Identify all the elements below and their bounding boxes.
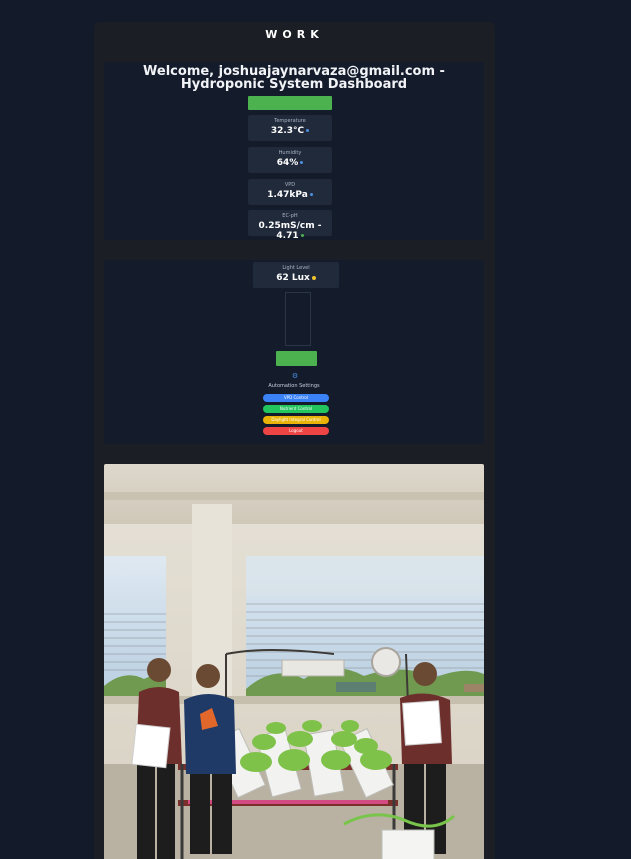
sensor-label: VPD: [284, 182, 296, 188]
sensor-value: 64%: [248, 158, 332, 168]
status-dot-icon: [300, 161, 304, 164]
dashboard-card: Welcome, joshuajaynarvaza@gmail.com - Hy…: [104, 62, 484, 241]
light-level-card: Light Level 62 Lux: [253, 262, 339, 288]
save-schedule-button[interactable]: [276, 351, 317, 366]
sensor-ec-ph: EC-pH 0.25mS/cm - 4.71: [248, 210, 332, 241]
logout-button[interactable]: Logout: [263, 427, 329, 435]
sensor-humidity: Humidity 64%: [248, 147, 332, 173]
status-dot-icon: [306, 129, 310, 132]
daylight-control-button[interactable]: Daylight Integral Control: [263, 416, 329, 424]
sensor-label: EC-pH: [282, 213, 298, 219]
dashboard-action-button[interactable]: [248, 96, 332, 110]
sensor-value: 0.25mS/cm - 4.71: [258, 221, 322, 241]
photo-illustration: [104, 464, 484, 859]
status-dot-icon: [300, 234, 304, 237]
schedule-panel: [285, 292, 311, 346]
sensor-vpd: VPD 1.47kPa: [248, 179, 332, 205]
welcome-heading: Welcome, joshuajaynarvaza@gmail.com - Hy…: [143, 64, 445, 92]
section-title: WORK: [265, 28, 324, 41]
automation-title: Automation Settings: [268, 383, 320, 389]
sensor-value: 32.3°C: [248, 126, 332, 136]
team-photo: [104, 464, 484, 859]
sensor-label: Humidity: [278, 150, 302, 156]
work-section: WORK Welcome, joshuajaynarvaza@gmail.com…: [94, 22, 495, 859]
sensor-label: Temperature: [274, 118, 306, 124]
vpd-control-button[interactable]: VPD Control: [263, 394, 329, 402]
sensor-value: 1.47kPa: [248, 190, 332, 200]
gear-icon: ⚙: [291, 372, 299, 380]
light-value: 62 Lux: [253, 273, 339, 283]
light-label: Light Level: [282, 265, 310, 271]
status-dot-icon: [309, 193, 313, 196]
sun-icon: [311, 275, 316, 280]
controls-card: Light Level 62 Lux ⚙ Automation Settings…: [104, 260, 484, 444]
nutrient-control-button[interactable]: Nutrient Control: [263, 405, 329, 413]
sensor-temperature: Temperature 32.3°C: [248, 115, 332, 141]
